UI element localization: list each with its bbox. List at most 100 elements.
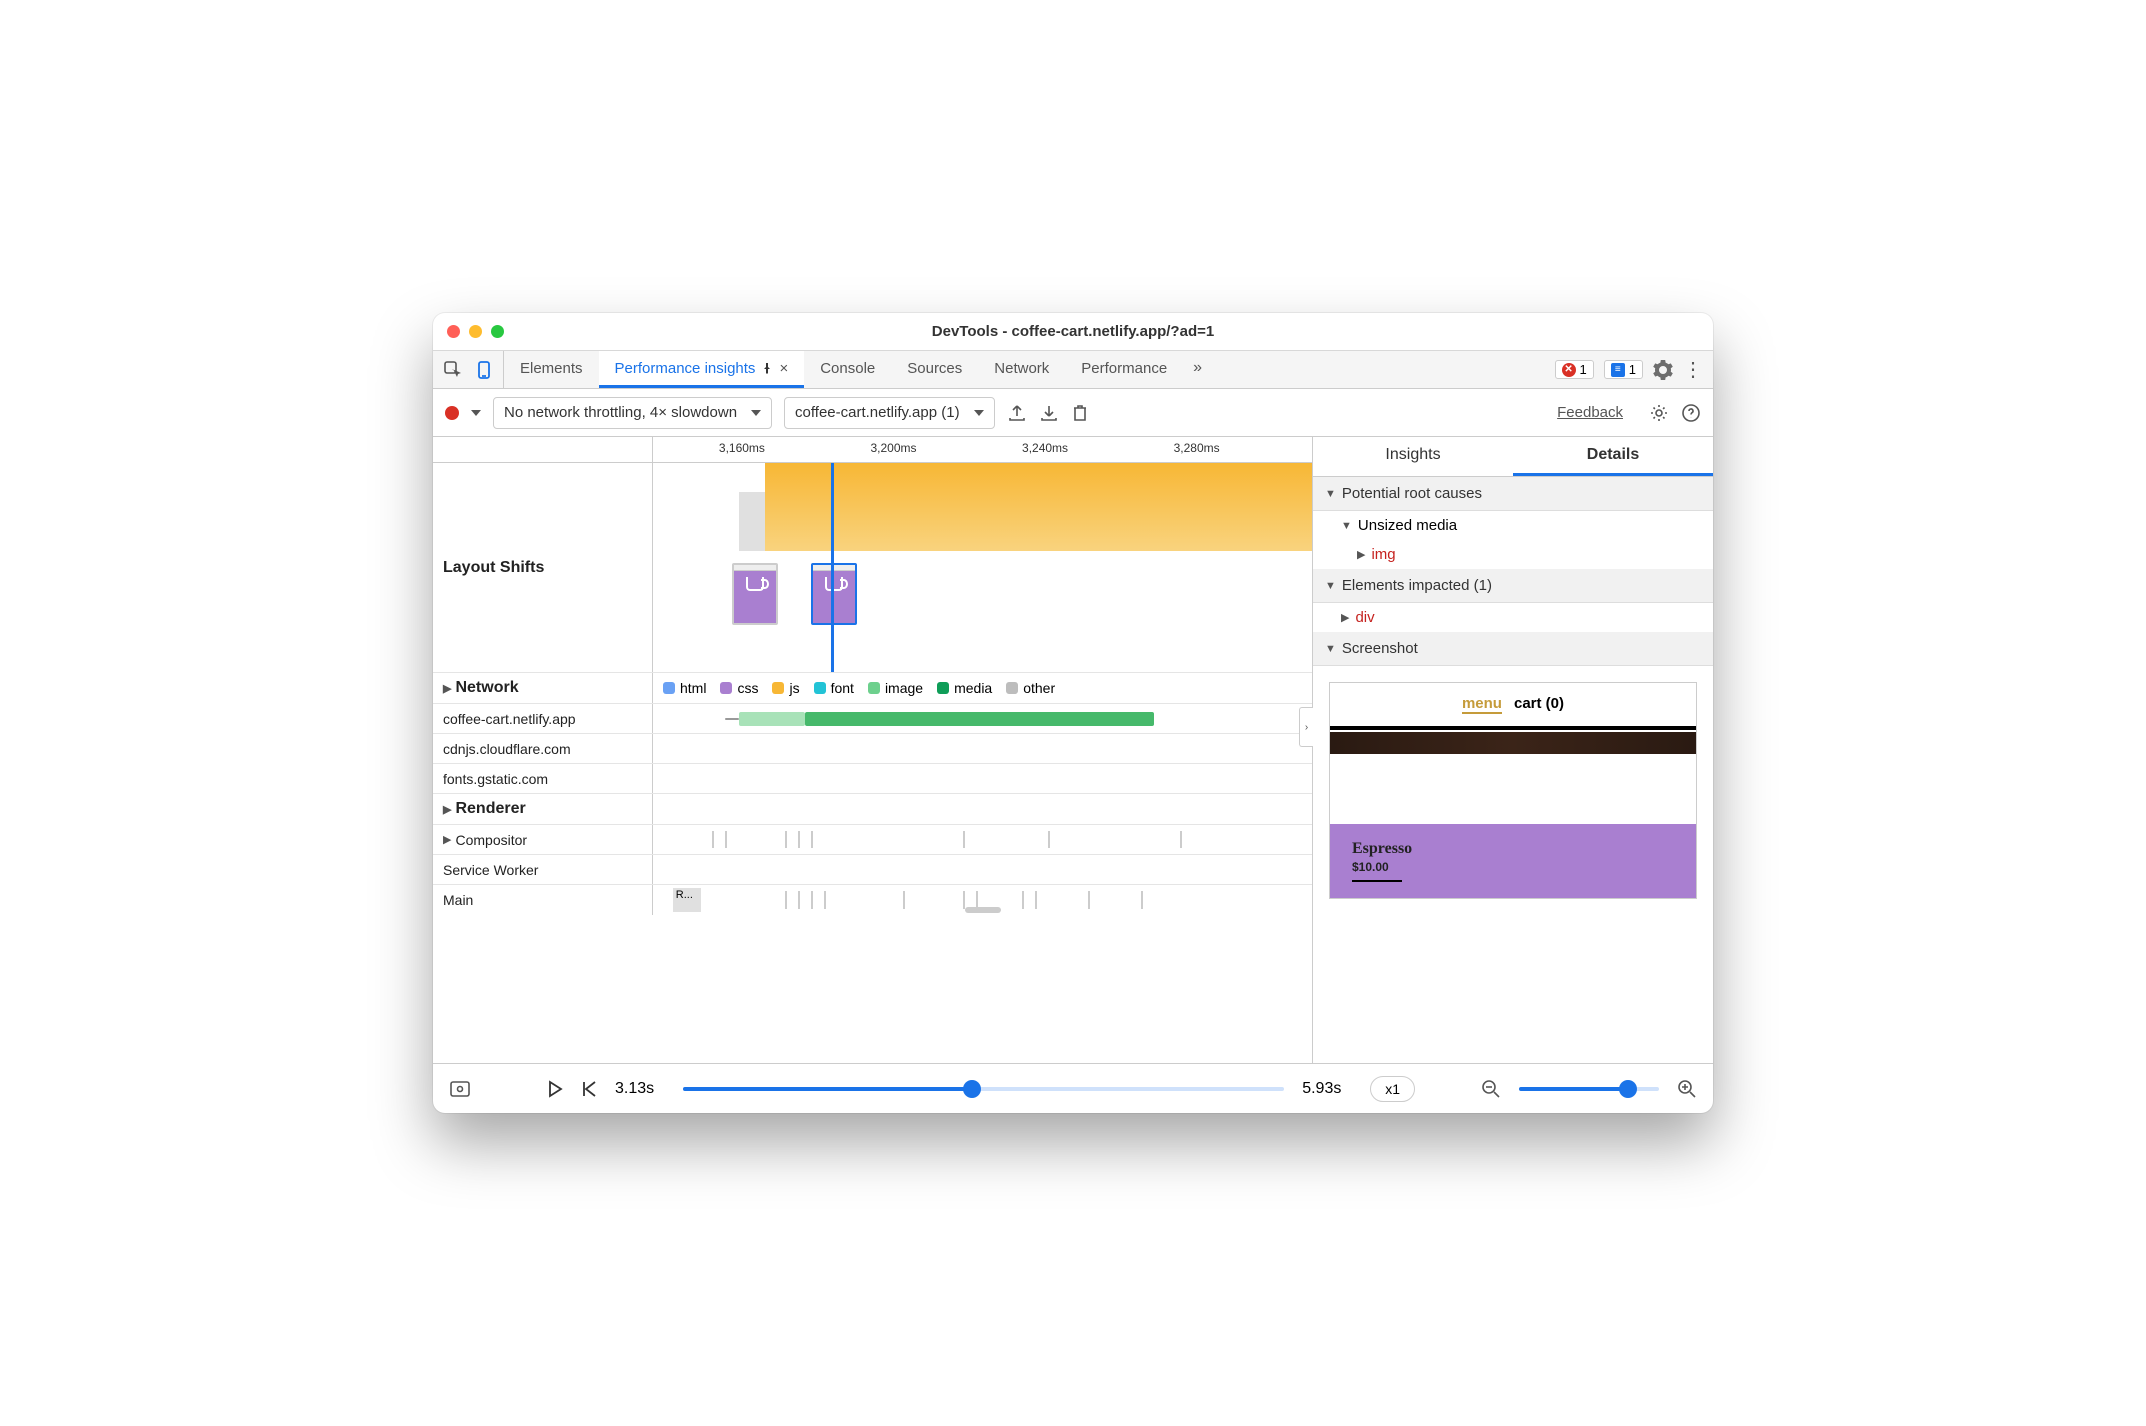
network-label[interactable]: ▶ Network — [433, 673, 653, 703]
maximize-window-button[interactable] — [491, 325, 504, 338]
legend-html: html — [663, 680, 706, 696]
window-title: DevTools - coffee-cart.netlify.app/?ad=1 — [433, 323, 1713, 340]
close-tab-icon[interactable]: × — [779, 360, 788, 377]
service-worker-track[interactable] — [653, 855, 1312, 884]
triangle-right-icon: ▶ — [443, 833, 451, 846]
time-slider[interactable] — [683, 1087, 1284, 1091]
layout-shifts-track[interactable] — [653, 463, 1312, 672]
minimize-window-button[interactable] — [469, 325, 482, 338]
network-host-track[interactable] — [653, 764, 1312, 793]
preview-nav: menu cart (0) — [1330, 683, 1696, 726]
tree-unsized-media[interactable]: ▼ Unsized media — [1313, 511, 1713, 540]
triangle-down-icon: ▼ — [1325, 580, 1336, 592]
chevron-down-icon — [751, 410, 761, 416]
network-host-label: coffee-cart.netlify.app — [433, 704, 653, 733]
dtab-insights[interactable]: Insights — [1313, 437, 1513, 476]
preview-underline — [1352, 880, 1402, 882]
compositor-track[interactable] — [653, 825, 1312, 854]
renderer-header-row: ▶ Renderer — [433, 794, 1312, 825]
record-button[interactable] — [445, 406, 459, 420]
issues-badge[interactable]: ≡ 1 — [1604, 360, 1643, 379]
titlebar: DevTools - coffee-cart.netlify.app/?ad=1 — [433, 313, 1713, 351]
preview-menu-link: menu — [1462, 695, 1502, 714]
error-badge[interactable]: ✕ 1 — [1555, 360, 1594, 379]
renderer-label[interactable]: ▶ Renderer — [433, 794, 653, 824]
tab-performance-insights[interactable]: Performance insights × — [599, 351, 805, 388]
throttling-select[interactable]: No network throttling, 4× slowdown — [493, 397, 772, 429]
import-icon[interactable] — [1039, 403, 1059, 423]
kebab-menu-icon[interactable]: ⋮ — [1683, 365, 1703, 375]
network-host-track[interactable] — [653, 734, 1312, 763]
feedback-link[interactable]: Feedback — [1557, 404, 1623, 421]
device-toggle-icon[interactable] — [475, 360, 493, 380]
export-icon[interactable] — [1007, 403, 1027, 423]
playhead[interactable] — [831, 463, 834, 672]
play-icon[interactable] — [547, 1080, 563, 1098]
compositor-ticks — [653, 825, 1312, 854]
tab-network[interactable]: Network — [978, 351, 1065, 388]
main-thread-row: Main R... — [433, 885, 1312, 915]
chevron-down-icon — [974, 410, 984, 416]
network-host-label: cdnjs.cloudflare.com — [433, 734, 653, 763]
layout-shifts-row: Layout Shifts — [433, 463, 1312, 673]
window-controls — [433, 325, 504, 338]
close-window-button[interactable] — [447, 325, 460, 338]
tree-img[interactable]: ▶ img — [1313, 540, 1713, 569]
network-host-row-0: coffee-cart.netlify.app — [433, 704, 1312, 734]
main-thread-track[interactable]: R... — [653, 885, 1312, 915]
page-select[interactable]: coffee-cart.netlify.app (1) — [784, 397, 995, 429]
collapse-details-handle[interactable]: › — [1299, 707, 1313, 747]
zoom-in-icon[interactable] — [1677, 1079, 1697, 1099]
speed-pill[interactable]: x1 — [1370, 1076, 1415, 1102]
record-options-caret[interactable] — [471, 410, 481, 416]
net-bar-conn — [725, 718, 738, 720]
settings-gear-icon[interactable] — [1653, 360, 1673, 380]
tab-elements[interactable]: Elements — [504, 351, 599, 388]
tabs-overflow[interactable]: » — [1183, 351, 1212, 388]
zoom-out-icon[interactable] — [1481, 1079, 1501, 1099]
compositor-label[interactable]: ▶ Compositor — [433, 825, 653, 854]
panel-tabs-bar: Elements Performance insights × Console … — [433, 351, 1713, 389]
dtab-details[interactable]: Details — [1513, 437, 1713, 476]
network-host-row-2: fonts.gstatic.com — [433, 764, 1312, 794]
ruler-gutter — [433, 437, 653, 462]
compositor-row: ▶ Compositor — [433, 825, 1312, 855]
legend-font: font — [814, 680, 854, 696]
tabs-right-controls: ✕ 1 ≡ 1 ⋮ — [1545, 351, 1713, 388]
tab-performance[interactable]: Performance — [1065, 351, 1183, 388]
network-host-track[interactable] — [653, 704, 1312, 733]
service-worker-row: Service Worker — [433, 855, 1312, 885]
section-elements-impacted[interactable]: ▼ Elements impacted (1) — [1313, 569, 1713, 603]
inspect-element-icon[interactable] — [443, 360, 463, 380]
network-legend: html css js font image media other — [653, 673, 1312, 703]
main-content: 3,160ms 3,200ms 3,240ms 3,280ms Layout S… — [433, 437, 1713, 1063]
preview-divider — [1330, 726, 1696, 730]
ruler-ticks: 3,160ms 3,200ms 3,240ms 3,280ms — [653, 437, 1312, 462]
tree-div[interactable]: ▶ div — [1313, 603, 1713, 632]
preview-gap — [1330, 754, 1696, 824]
panel-settings-gear-icon[interactable] — [1649, 403, 1669, 423]
layout-shift-thumb-1[interactable] — [732, 563, 778, 625]
legend-image: image — [868, 680, 923, 696]
horizontal-scroll-hint[interactable] — [965, 907, 1001, 913]
help-icon[interactable] — [1681, 403, 1701, 423]
layout-shift-thumb-2[interactable] — [811, 563, 857, 625]
tab-sources[interactable]: Sources — [891, 351, 978, 388]
section-screenshot[interactable]: ▼ Screenshot — [1313, 632, 1713, 666]
renderer-track[interactable] — [653, 794, 1312, 824]
delete-icon[interactable] — [1071, 403, 1089, 423]
net-bar-wait — [739, 712, 805, 726]
triangle-right-icon: ▶ — [443, 682, 451, 695]
panel-tabs: Elements Performance insights × Console … — [504, 351, 1545, 388]
section-root-causes[interactable]: ▼ Potential root causes — [1313, 477, 1713, 511]
legend-media: media — [937, 680, 992, 696]
time-end: 5.93s — [1302, 1080, 1352, 1098]
tab-console[interactable]: Console — [804, 351, 891, 388]
toggle-preview-icon[interactable] — [449, 1080, 471, 1098]
preview-cart-link: cart (0) — [1514, 695, 1564, 714]
zoom-slider[interactable] — [1519, 1087, 1659, 1091]
time-ruler: 3,160ms 3,200ms 3,240ms 3,280ms — [433, 437, 1312, 463]
heat-bar-orange — [765, 463, 1312, 551]
skip-start-icon[interactable] — [581, 1080, 597, 1098]
network-header-row: ▶ Network html css js font image media o… — [433, 673, 1312, 704]
